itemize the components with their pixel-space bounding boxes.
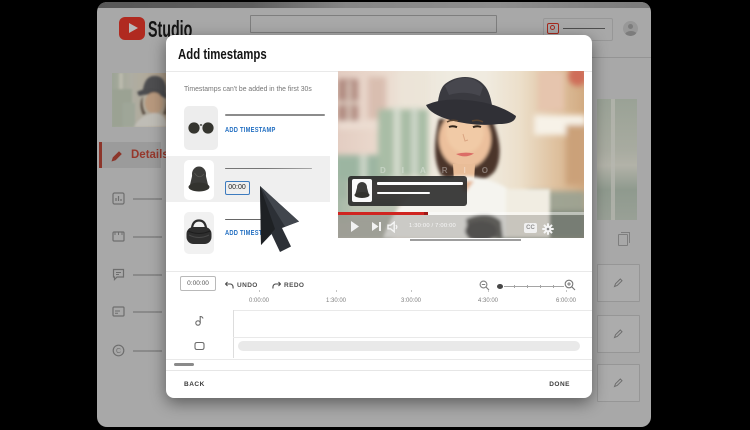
svg-text:C: C <box>116 348 121 355</box>
